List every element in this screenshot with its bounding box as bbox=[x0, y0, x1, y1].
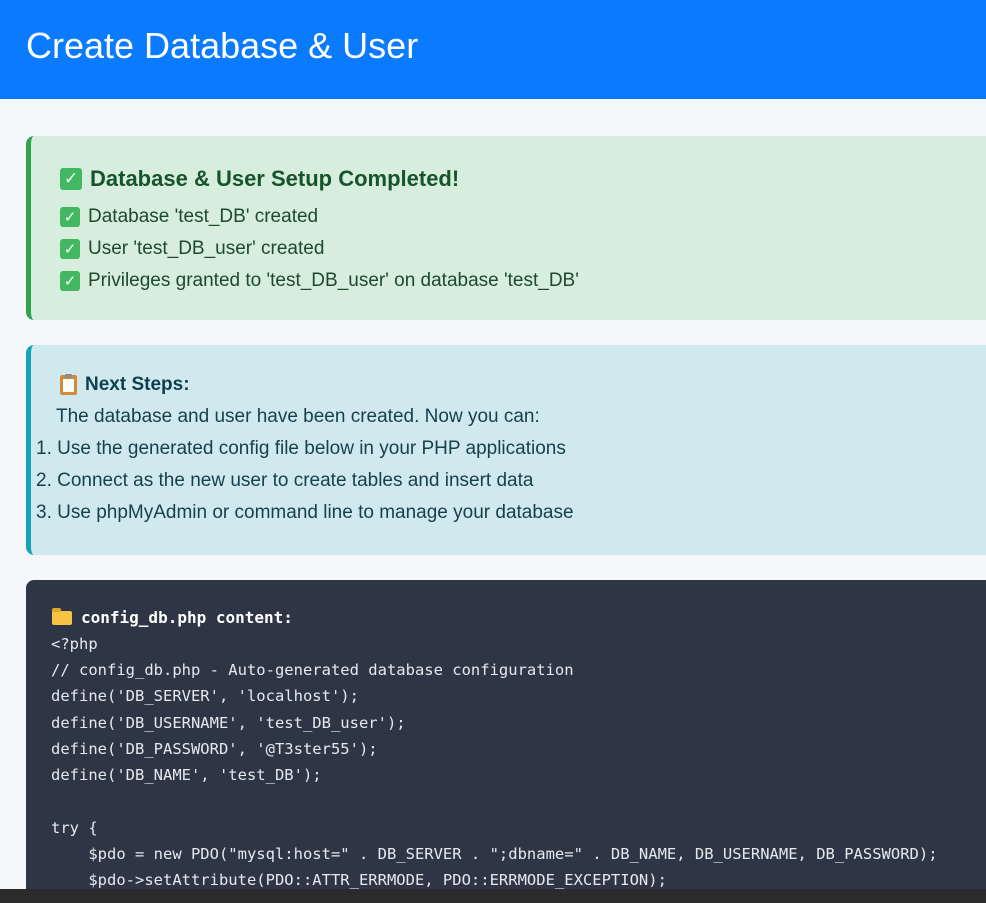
code-line: define('DB_PASSWORD', '@T3ster55'); bbox=[51, 740, 378, 758]
page-header: Create Database & User bbox=[0, 0, 986, 99]
success-item: ✓ User 'test_DB_user' created bbox=[60, 238, 324, 260]
code-line: define('DB_USERNAME', 'test_DB_user'); bbox=[51, 714, 406, 732]
code-line: define('DB_SERVER', 'localhost'); bbox=[51, 687, 359, 705]
clipboard-icon bbox=[60, 374, 77, 395]
success-title-row: ✓ Database & User Setup Completed! bbox=[60, 166, 459, 192]
page-title: Create Database & User bbox=[26, 25, 419, 66]
code-line: $pdo->setAttribute(PDO::ATTR_ERRMODE, PD… bbox=[51, 871, 667, 889]
config-code-block[interactable]: config_db.php content: <?php // config_d… bbox=[26, 580, 986, 890]
next-step-item: 3. Use phpMyAdmin or command line to man… bbox=[36, 502, 574, 523]
code-title: config_db.php content: bbox=[81, 608, 293, 627]
next-steps-title-row: Next Steps: bbox=[60, 374, 190, 396]
next-steps-intro: The database and user have been created.… bbox=[56, 406, 540, 427]
folder-icon bbox=[52, 607, 72, 625]
success-title: Database & User Setup Completed! bbox=[90, 166, 460, 191]
success-item: ✓ Database 'test_DB' created bbox=[60, 206, 318, 228]
code-line: $pdo = new PDO("mysql:host=" . DB_SERVER… bbox=[51, 845, 938, 863]
success-item-text: User 'test_DB_user' created bbox=[88, 238, 325, 259]
success-item-text: Database 'test_DB' created bbox=[88, 206, 319, 227]
taskbar-strip bbox=[0, 889, 986, 903]
success-item: ✓ Privileges granted to 'test_DB_user' on… bbox=[60, 270, 579, 292]
check-mark-icon: ✓ bbox=[60, 168, 82, 190]
success-item-text: Privileges granted to 'test_DB_user' on … bbox=[88, 270, 579, 291]
check-mark-icon: ✓ bbox=[60, 271, 80, 291]
next-steps-alert: Next Steps: The database and user have b… bbox=[26, 345, 986, 555]
next-steps-title: Next Steps: bbox=[85, 374, 190, 395]
code-line: // config_db.php - Auto-generated databa… bbox=[51, 661, 574, 679]
next-step-item: 1. Use the generated config file below i… bbox=[36, 438, 566, 459]
code-line: define('DB_NAME', 'test_DB'); bbox=[51, 766, 322, 784]
code-line: <?php bbox=[51, 635, 98, 653]
check-mark-icon: ✓ bbox=[60, 207, 80, 227]
code-line: try { bbox=[51, 819, 98, 837]
code-title-row: config_db.php content: bbox=[52, 607, 293, 627]
next-step-item: 2. Connect as the new user to create tab… bbox=[36, 470, 534, 491]
success-alert: ✓ Database & User Setup Completed! ✓ Datab… bbox=[26, 136, 986, 320]
check-mark-icon: ✓ bbox=[60, 239, 80, 259]
